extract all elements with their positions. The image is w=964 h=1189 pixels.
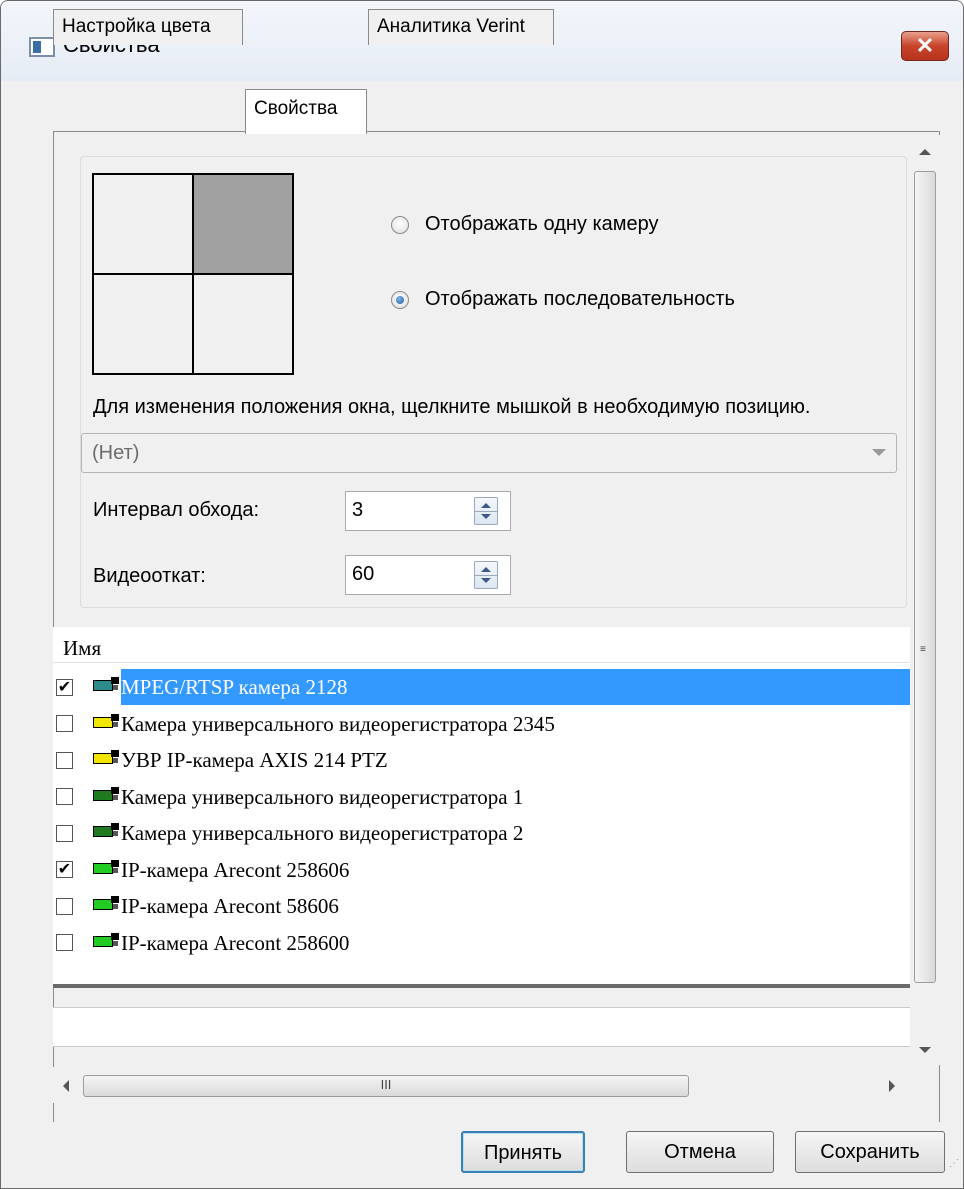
cancel-button[interactable]: Отмена: [626, 1131, 774, 1173]
camera-name: Камера универсального видеорегистратора …: [121, 711, 555, 736]
interval-label: Интервал обхода:: [93, 499, 260, 521]
grid-cell-1[interactable]: [94, 175, 193, 274]
camera-icon: [91, 713, 121, 735]
horizontal-scroll-thumb[interactable]: III: [83, 1075, 689, 1097]
camera-icon: [91, 895, 121, 917]
rollback-value: 60: [352, 563, 375, 585]
grid-cell-3[interactable]: [94, 274, 193, 373]
grid-divider-horizontal: [94, 273, 292, 275]
scroll-right-arrow-icon[interactable]: [889, 1080, 895, 1092]
list-bottom-border: [53, 984, 910, 988]
interval-spinbox[interactable]: 3: [345, 491, 511, 531]
camera-checkbox[interactable]: ✔: [56, 861, 73, 878]
radio-sequence-label: Отображать последовательность: [425, 288, 735, 310]
window-position-grid: [92, 173, 294, 375]
camera-name: УВР IP-камера AXIS 214 PTZ: [121, 748, 388, 772]
camera-name: IP-камера Arecont 258600: [121, 930, 350, 955]
camera-list-row[interactable]: ✔ MPEG/RTSP камера 2128: [53, 669, 910, 705]
tab-properties[interactable]: Свойства: [245, 89, 367, 134]
column-header-name[interactable]: Имя: [53, 627, 910, 663]
chevron-down-icon[interactable]: [872, 449, 886, 456]
camera-name: IP-камера Arecont 58606: [121, 894, 339, 918]
camera-checkbox[interactable]: [56, 897, 73, 915]
camera-checkbox[interactable]: [56, 715, 73, 732]
properties-dialog: Свойства ✕ Настройка цвета Свойства Анал…: [0, 0, 964, 1189]
camera-name: IP-камера Arecont 258606: [121, 857, 350, 882]
camera-list-row[interactable]: IP-камера Arecont 58606: [53, 888, 910, 924]
camera-list-row[interactable]: УВР IP-камера AXIS 214 PTZ: [53, 742, 910, 778]
camera-checkbox[interactable]: [56, 751, 73, 769]
camera-icon: [91, 676, 121, 698]
vertical-scrollbar[interactable]: ≡: [910, 135, 940, 1065]
rollback-spinbox[interactable]: 60: [345, 555, 511, 595]
tab-verint-analytics[interactable]: Аналитика Verint: [368, 9, 554, 45]
sequence-combobox[interactable]: (Нет): [81, 433, 897, 473]
horizontal-scrollbar[interactable]: III: [53, 1067, 910, 1103]
tab-color-settings[interactable]: Настройка цвета: [53, 9, 243, 45]
scroll-down-arrow-icon[interactable]: [919, 1047, 931, 1053]
radio-single-camera[interactable]: Отображать одну камеру: [391, 213, 659, 236]
camera-list-row[interactable]: IP-камера Arecont 258600: [53, 925, 910, 961]
camera-icon: [91, 932, 121, 954]
grid-cell-2-selected[interactable]: [193, 175, 292, 274]
camera-name: MPEG/RTSP камера 2128: [121, 669, 910, 705]
radio-single-camera-button[interactable]: [391, 215, 409, 234]
camera-icon: [91, 822, 121, 844]
camera-checkbox[interactable]: [56, 824, 73, 842]
save-button[interactable]: Сохранить: [795, 1131, 945, 1173]
position-hint-text: Для изменения положения окна, щелкните м…: [93, 396, 811, 418]
sequence-combobox-value: (Нет): [92, 442, 140, 464]
radio-sequence-button[interactable]: [391, 290, 409, 309]
scroll-grip-icon: ≡: [920, 644, 926, 655]
scroll-left-arrow-icon[interactable]: [63, 1080, 69, 1092]
close-button[interactable]: ✕: [901, 31, 949, 61]
interval-spin-buttons[interactable]: [474, 497, 498, 525]
secondary-text-field[interactable]: [53, 1007, 910, 1047]
resize-grip-icon[interactable]: ⋰: [937, 1159, 959, 1183]
camera-list-row[interactable]: Камера универсального видеорегистратора …: [53, 706, 910, 742]
grid-cell-4[interactable]: [193, 274, 292, 373]
interval-value: 3: [352, 499, 364, 521]
vertical-scroll-thumb[interactable]: ≡: [914, 171, 936, 983]
camera-name: Камера универсального видеорегистратора …: [121, 821, 524, 845]
camera-list-row[interactable]: Камера универсального видеорегистратора …: [53, 779, 910, 815]
accept-button[interactable]: Принять: [461, 1131, 585, 1173]
camera-name: Камера универсального видеорегистратора …: [121, 784, 524, 809]
camera-checkbox[interactable]: ✔: [56, 678, 73, 696]
camera-list: Имя ✔ MPEG/RTSP камера 2128 Камера универс…: [53, 627, 910, 987]
camera-checkbox[interactable]: [56, 788, 73, 805]
camera-checkbox[interactable]: [56, 934, 73, 951]
radio-sequence[interactable]: Отображать последовательность: [391, 288, 735, 311]
window-app-icon: [29, 37, 55, 57]
camera-list-row[interactable]: ✔ IP-камера Arecont 258606: [53, 852, 910, 888]
camera-icon: [91, 749, 121, 771]
camera-list-row[interactable]: Камера универсального видеорегистратора …: [53, 815, 910, 851]
camera-icon: [91, 786, 121, 808]
rollback-label: Видеооткат:: [93, 565, 206, 587]
rollback-spin-buttons[interactable]: [474, 561, 498, 589]
radio-single-camera-label: Отображать одну камеру: [425, 213, 659, 235]
camera-icon: [91, 859, 121, 881]
scroll-up-arrow-icon[interactable]: [919, 149, 931, 155]
